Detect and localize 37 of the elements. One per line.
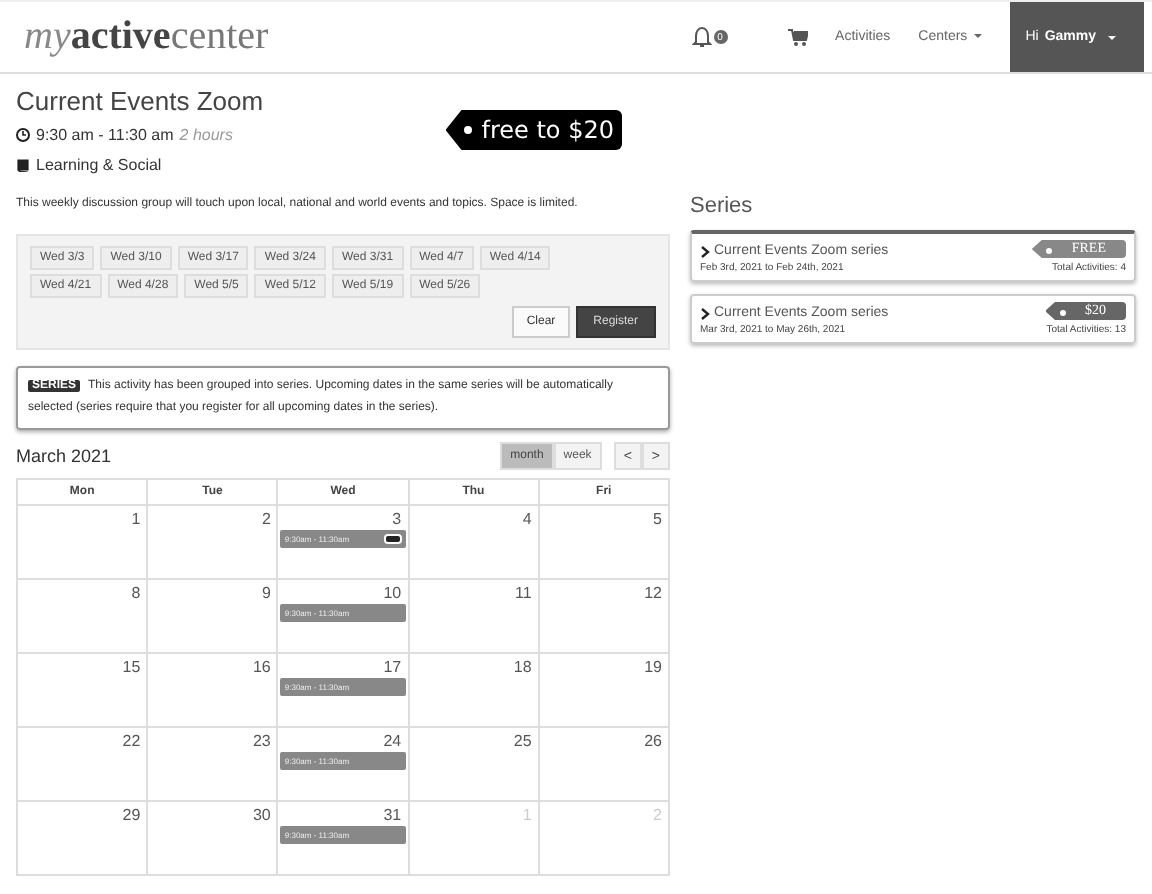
activity-title: Current Events Zoom: [16, 86, 264, 116]
day-number: 2: [261, 510, 273, 528]
activity-time: 9:30 am - 11:30 am: [36, 126, 174, 144]
book-icon: [16, 158, 30, 172]
logo[interactable]: myactivecenter: [24, 14, 269, 60]
clock-icon: [16, 128, 30, 142]
day-number: 4: [522, 510, 534, 528]
day-number: 18: [513, 658, 534, 676]
price-tag: free to $20: [445, 110, 622, 150]
day-number: 9: [261, 584, 273, 602]
day-number: 25: [513, 732, 534, 750]
day-number: 31: [383, 806, 404, 824]
day-number: 3: [392, 510, 404, 528]
calendar-title: March 2021: [16, 446, 112, 466]
day-number: 26: [644, 732, 664, 750]
day-number: 5: [653, 510, 664, 528]
day-number: 30: [252, 806, 273, 824]
day-number: 15: [122, 658, 143, 676]
day-number: 19: [644, 658, 664, 676]
bell-icon[interactable]: [691, 26, 712, 48]
activity-category: Learning & Social: [36, 156, 162, 174]
day-number: 17: [383, 658, 404, 676]
day-number: 22: [122, 732, 143, 750]
day-number: 29: [122, 806, 143, 824]
day-number: 8: [131, 584, 143, 602]
activity-duration: 2 hours: [179, 126, 233, 144]
series-heading: Series: [690, 194, 755, 218]
day-number: 16: [252, 658, 273, 676]
chevron-icon: [700, 245, 710, 257]
chevron-icon: [700, 307, 710, 319]
day-number: 24: [383, 732, 404, 750]
day-number: 11: [514, 584, 534, 602]
day-number: 12: [644, 584, 664, 602]
day-number: 10: [383, 584, 404, 602]
cart-icon[interactable]: [787, 28, 808, 46]
day-number: 23: [252, 732, 273, 750]
day-number: 1: [131, 510, 143, 528]
